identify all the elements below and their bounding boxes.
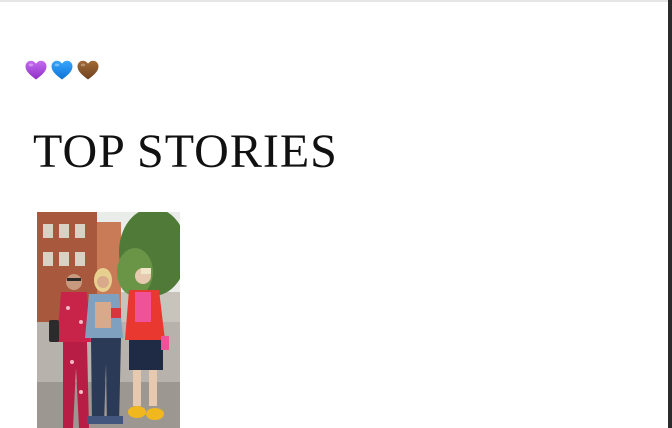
brown-heart-icon [76, 58, 100, 82]
blue-heart-icon [50, 58, 74, 82]
top-divider [0, 0, 668, 2]
page: TOP STORIES [0, 0, 672, 428]
purple-heart-icon [24, 58, 48, 82]
section-title: TOP STORIES [33, 125, 338, 178]
story-thumbnail[interactable] [37, 212, 180, 428]
emoji-hearts [24, 56, 100, 84]
scrollbar[interactable] [668, 0, 672, 428]
street-style-photo [37, 212, 180, 428]
